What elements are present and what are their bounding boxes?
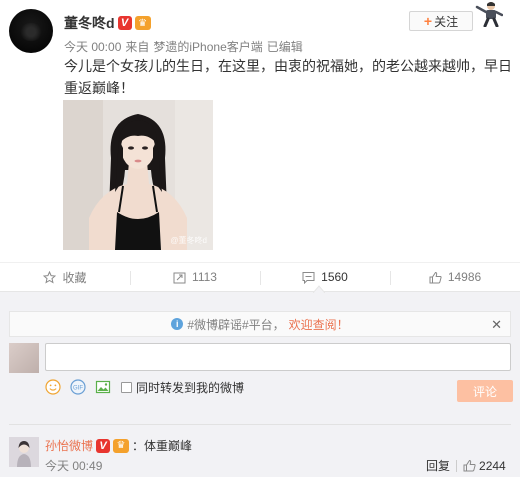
comment-like-button[interactable]: 2244 bbox=[463, 459, 506, 473]
like-count: 14986 bbox=[447, 270, 482, 284]
post-text: 今儿是个女孩儿的生日，在这里，由衷的祝福她，的老公越来越帅，早日重返巅峰！ bbox=[64, 58, 512, 96]
forward-count: 1113 bbox=[192, 270, 217, 284]
separator bbox=[456, 459, 458, 472]
submit-comment-button[interactable]: 评论 bbox=[457, 380, 513, 402]
verified-v-icon[interactable]: V bbox=[117, 16, 132, 30]
notice-highlight[interactable]: 欢迎查阅！ bbox=[289, 316, 349, 333]
comment-toggle-button[interactable]: 1560 bbox=[260, 263, 390, 291]
photo-watermark: @董冬咚d bbox=[170, 236, 207, 245]
edited-label[interactable]: 已编辑 bbox=[267, 38, 303, 55]
thumbs-up-icon bbox=[463, 459, 476, 472]
comment-like-count: 2244 bbox=[479, 458, 506, 473]
thumbs-up-icon bbox=[429, 271, 442, 283]
comment-actions: 回复 2244 bbox=[426, 457, 506, 474]
comment-count: 1560 bbox=[321, 270, 348, 284]
info-icon: i bbox=[171, 318, 184, 330]
image-icon[interactable] bbox=[94, 378, 112, 396]
gif-icon[interactable]: GIF bbox=[69, 378, 87, 396]
post-time[interactable]: 今天 00:00 bbox=[64, 38, 121, 55]
forward-icon bbox=[173, 272, 186, 283]
post-photo[interactable]: @董冬咚d bbox=[63, 100, 213, 250]
comment-text: ：体重巅峰 bbox=[132, 439, 193, 453]
source-prefix: 来自 bbox=[125, 40, 150, 54]
comment-input[interactable] bbox=[45, 343, 511, 371]
author-name[interactable]: 董冬咚d bbox=[64, 13, 115, 33]
post-meta: 今天 00:00 来自 梦遗的iPhone客户端 已编辑 bbox=[64, 38, 303, 55]
weibo-post: 董冬咚d V ♛ 今天 00:00 来自 梦遗的iPhone客户端 已编辑 + … bbox=[0, 0, 520, 262]
comment-item: 孙怡微博 V ♛ ：体重巅峰 bbox=[45, 437, 192, 454]
comment-icon bbox=[302, 271, 315, 284]
verified-v-icon[interactable]: V bbox=[96, 438, 111, 453]
like-button[interactable]: 14986 bbox=[390, 263, 520, 291]
post-action-bar: 收藏 1113 1560 14986 bbox=[0, 262, 520, 292]
current-user-avatar bbox=[9, 343, 39, 373]
favorite-button[interactable]: 收藏 bbox=[0, 263, 130, 291]
close-icon[interactable]: ✕ bbox=[491, 317, 502, 333]
forward-button[interactable]: 1113 bbox=[130, 263, 260, 291]
star-icon bbox=[43, 270, 57, 284]
commenter-avatar[interactable] bbox=[9, 437, 39, 467]
forward-checkbox-label: 同时转发到我的微博 bbox=[136, 380, 245, 395]
notice-link[interactable]: #微博辟谣#平台， bbox=[187, 316, 284, 333]
member-crown-icon[interactable]: ♛ bbox=[113, 438, 130, 453]
follow-label: 关注 bbox=[434, 14, 459, 29]
forward-checkbox[interactable]: 同时转发到我的微博 bbox=[121, 379, 244, 396]
svg-text:GIF: GIF bbox=[73, 386, 83, 392]
dancing-figure-icon bbox=[475, 2, 503, 27]
comment-panel: i #微博辟谣#平台， 欢迎查阅！ ✕ GIF 同时转发到我的微博 评论 孙怡微… bbox=[0, 292, 520, 477]
comment-caret-icon bbox=[313, 285, 325, 293]
emoji-icon[interactable] bbox=[44, 378, 62, 396]
rumor-notice: i #微博辟谣#平台， 欢迎查阅！ ✕ bbox=[9, 311, 511, 337]
divider bbox=[9, 424, 511, 425]
follow-button[interactable]: + 关注 bbox=[409, 11, 473, 31]
reply-button[interactable]: 回复 bbox=[426, 457, 450, 474]
comment-tools: GIF 同时转发到我的微博 bbox=[44, 378, 244, 396]
post-source[interactable]: 梦遗的iPhone客户端 bbox=[153, 38, 262, 55]
comment-time: 今天 00:49 bbox=[45, 459, 103, 473]
favorite-label: 收藏 bbox=[62, 270, 87, 285]
commenter-name[interactable]: 孙怡微博 bbox=[45, 437, 93, 454]
portrait-illustration bbox=[63, 100, 213, 250]
author-avatar[interactable] bbox=[9, 9, 53, 53]
plus-icon: + bbox=[423, 13, 433, 29]
member-crown-icon[interactable]: ♛ bbox=[134, 16, 151, 30]
checkbox-icon[interactable] bbox=[121, 381, 132, 393]
author-row: 董冬咚d V ♛ bbox=[64, 13, 151, 33]
